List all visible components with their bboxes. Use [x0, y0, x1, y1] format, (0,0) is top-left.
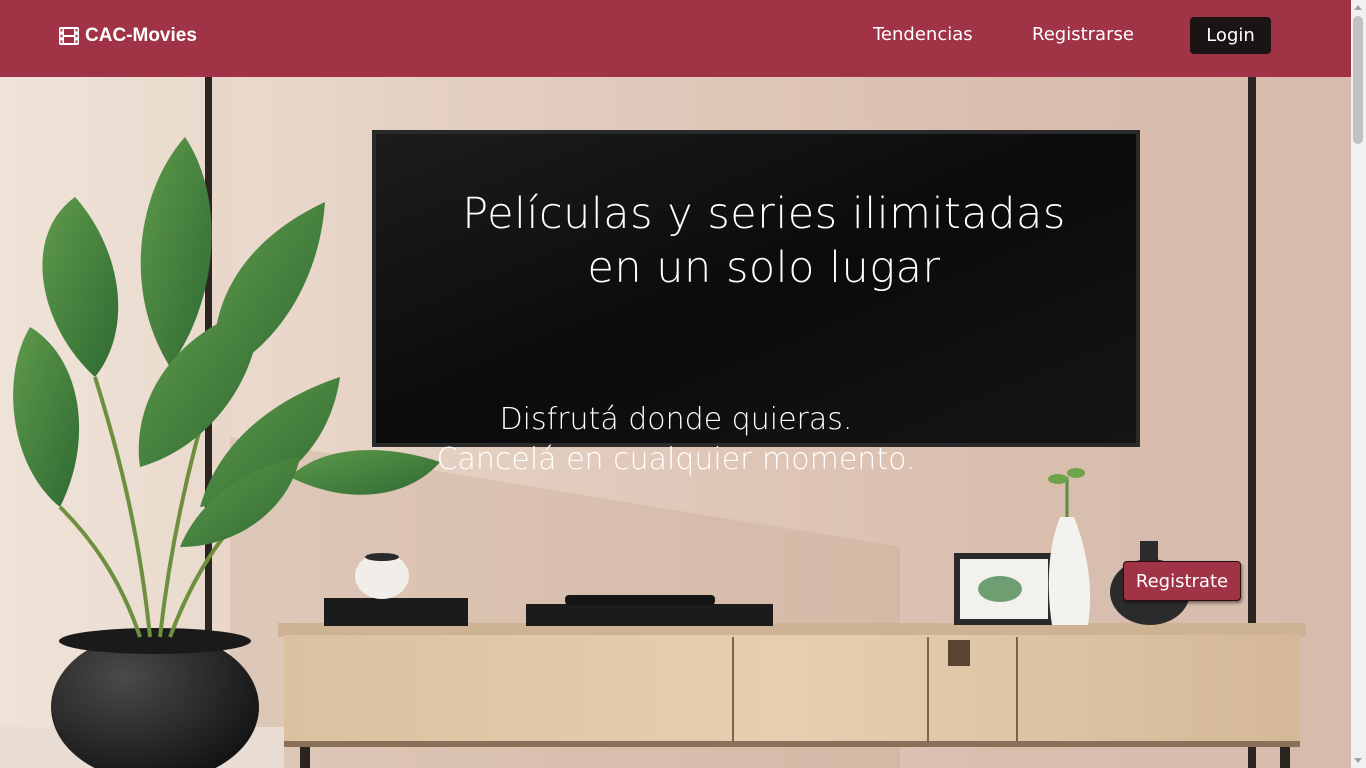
hero-headline-line: en un solo lugar [587, 243, 941, 293]
page-scrollbar[interactable] [1351, 0, 1366, 768]
login-button[interactable]: Login [1190, 17, 1271, 54]
nav-link-registrarse[interactable]: Registrarse [1032, 24, 1134, 45]
scroll-down-arrow-icon[interactable] [1354, 758, 1362, 763]
hero-subtitle-line: Disfrutá donde quieras. [499, 402, 853, 437]
hero-headline-line: Películas y series ilimitadas [462, 189, 1066, 239]
nav-link-tendencias[interactable]: Tendencias [873, 24, 973, 45]
scroll-up-arrow-icon[interactable] [1354, 5, 1362, 10]
film-icon [59, 27, 79, 45]
brand-link[interactable]: CAC-Movies [59, 24, 197, 48]
hero-subtitle-line: Cancelá en cualquier momento. [436, 442, 916, 477]
hero-headline: Películas y series ilimitadas en un solo… [414, 187, 1114, 295]
hero-subtitle: Disfrutá donde quieras. Cancelá en cualq… [366, 400, 986, 480]
scrollbar-thumb[interactable] [1353, 16, 1363, 144]
registrate-button[interactable]: Registrate [1123, 561, 1241, 601]
brand-name: CAC-Movies [85, 25, 197, 46]
navbar: CAC-Movies Tendencias Registrarse Login [0, 0, 1351, 77]
hero-section: Películas y series ilimitadas en un solo… [0, 77, 1351, 768]
